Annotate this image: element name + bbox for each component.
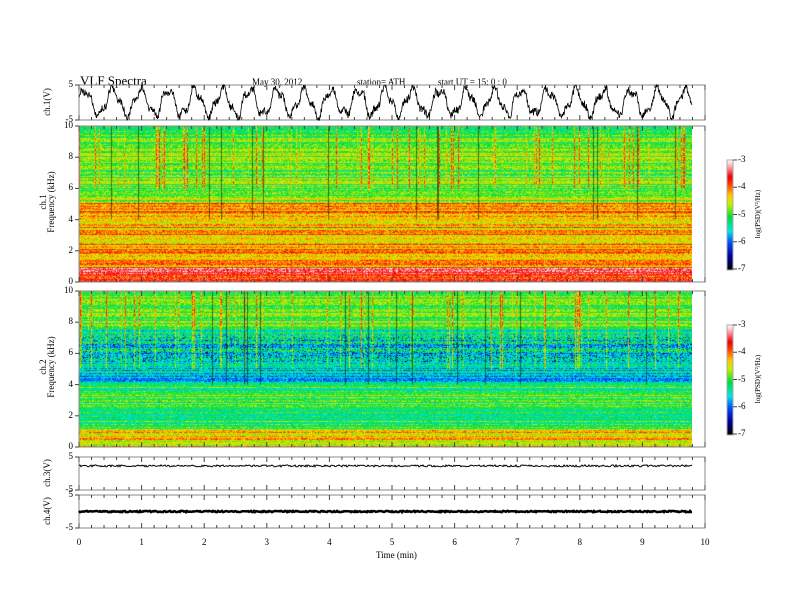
ch1-waveform: [78, 83, 693, 122]
vlf-spectra-figure: VLF Spectra May 30, 2012 station= ATH st…: [0, 0, 792, 612]
colorbar-tick-label: -3: [738, 319, 746, 329]
colorbar-tick-label: -6: [738, 400, 746, 411]
y-tick-label: 4: [68, 213, 74, 224]
y-tick-label: 5: [68, 451, 74, 461]
x-tick-label: 5: [389, 537, 395, 547]
panel-frame: [78, 290, 706, 448]
y-tick-label: 5: [68, 79, 74, 89]
y-tick-label: 6: [68, 182, 74, 193]
ch3-waveform: [78, 463, 693, 468]
x-tick-label: 10: [700, 537, 710, 547]
y-tick-label: 2: [68, 409, 74, 420]
x-tick-label: 4: [327, 537, 332, 547]
colorbar-tick-label: -5: [738, 208, 746, 219]
x-tick-label: 6: [452, 537, 457, 547]
y-tick-label: 4: [68, 378, 74, 389]
y-tick-label: 10: [64, 285, 73, 295]
ch4-waveform: [78, 508, 693, 515]
x-tick-label: 3: [264, 537, 270, 547]
y-tick-label: 5: [68, 489, 74, 499]
y-tick-label: 8: [68, 151, 74, 162]
colorbar-tick-label: -7: [738, 428, 746, 438]
y-tick-label: 8: [68, 316, 74, 327]
y-tick-label: 2: [68, 244, 74, 255]
colorbar-tick-label: -4: [738, 181, 746, 192]
x-tick-label: 1: [139, 537, 144, 547]
panel-frame: [78, 125, 706, 283]
x-tick-label: 2: [201, 537, 207, 547]
y-tick-label: 0: [68, 441, 74, 451]
x-tick-label: 0: [76, 537, 82, 547]
colorbar-tick-label: -7: [738, 263, 746, 273]
colorbar-tick-label: -6: [738, 235, 746, 246]
y-tick-label: 6: [68, 347, 74, 358]
x-tick-label: 7: [514, 537, 520, 547]
axes-layer: [75, 83, 737, 529]
colorbar-frame: [726, 159, 734, 271]
colorbar-tick-label: -4: [738, 346, 746, 357]
x-tick-label: 9: [640, 537, 645, 547]
colorbar-tick-label: -3: [738, 154, 746, 164]
x-tick-label: 8: [577, 537, 583, 547]
colorbar-frame: [726, 324, 734, 436]
colorbar-tick-label: -5: [738, 373, 746, 384]
y-tick-label: -5: [65, 522, 74, 532]
y-tick-label: 10: [64, 120, 73, 130]
